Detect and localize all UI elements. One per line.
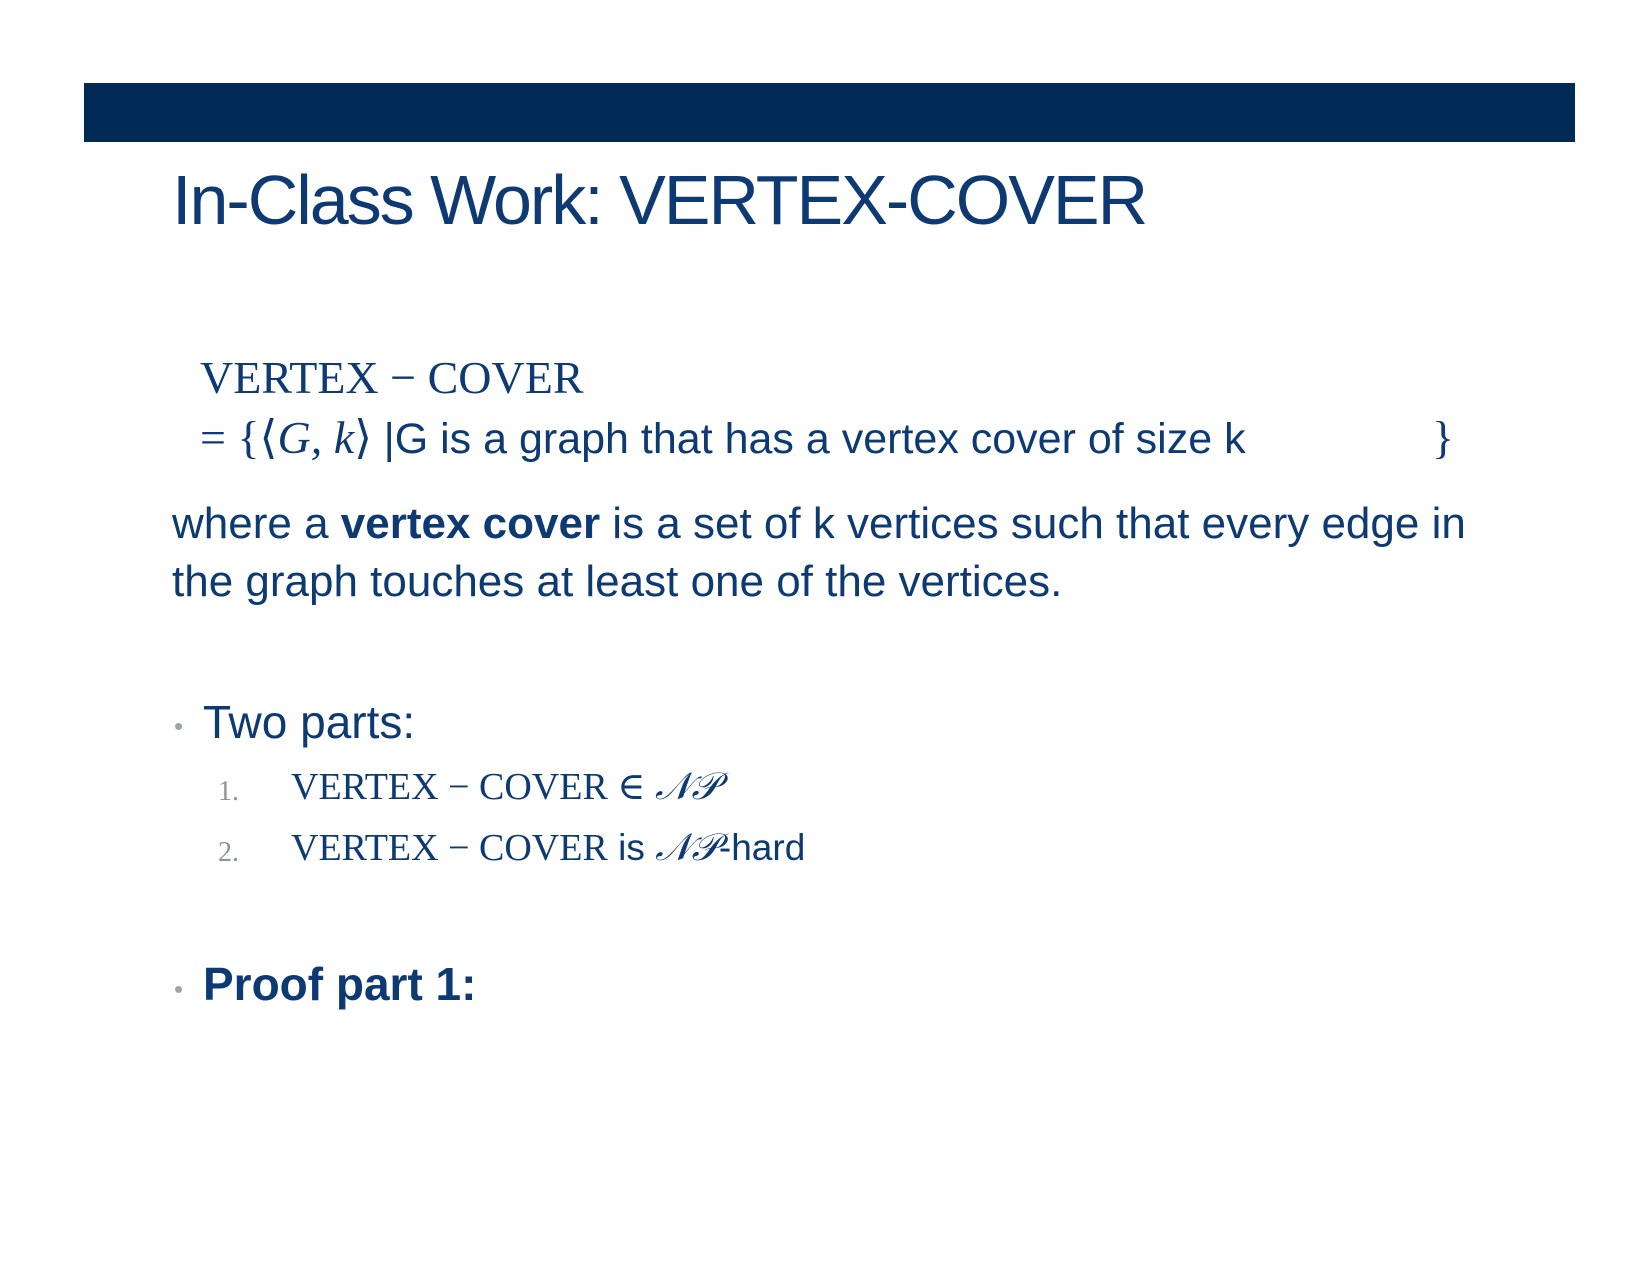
list-number-1: 1. <box>218 776 239 807</box>
part-2-suffix: -hard <box>718 827 806 868</box>
definition-lhs: VERTEX − COVER <box>200 352 584 403</box>
bullet-dot: • <box>174 974 184 1004</box>
part-2-text: is <box>607 827 656 868</box>
list-number-2: 2. <box>218 837 239 868</box>
slide-title: In-Class Work: VERTEX-COVER <box>172 161 1148 239</box>
definition-angle-close: ⟩ <box>354 412 384 463</box>
definition-set-open: = {⟨ <box>200 412 278 463</box>
part-1: VERTEX − COVER ∈ 𝒩𝒫 <box>291 765 719 811</box>
bullet-two-parts: Two parts: <box>203 696 416 748</box>
vertex-cover-explanation: where a vertex cover is a set of k verti… <box>172 495 1512 611</box>
bullet-proof-part-1: Proof part 1: <box>203 958 477 1010</box>
part-2-class: 𝒩𝒫 <box>655 827 719 869</box>
part-2-math: VERTEX − COVER <box>291 827 608 869</box>
definition-rhs: = {⟨G, k⟩ |G is a graph that has a verte… <box>200 410 1246 466</box>
definition-condition: |G is a graph that has a vertex cover of… <box>383 415 1246 463</box>
header-bar <box>84 83 1575 142</box>
where-term: vertex cover <box>340 499 601 548</box>
where-prefix: where a <box>172 499 341 548</box>
part-1-math: VERTEX − COVER ∈ <box>291 766 655 808</box>
part-1-class: 𝒩𝒫 <box>654 766 719 808</box>
definition-set-close: } <box>1432 412 1455 463</box>
bullet-dot: • <box>174 711 184 741</box>
part-2: VERTEX − COVER is 𝒩𝒫-hard <box>291 826 805 872</box>
definition-vars: G, k <box>277 412 355 463</box>
